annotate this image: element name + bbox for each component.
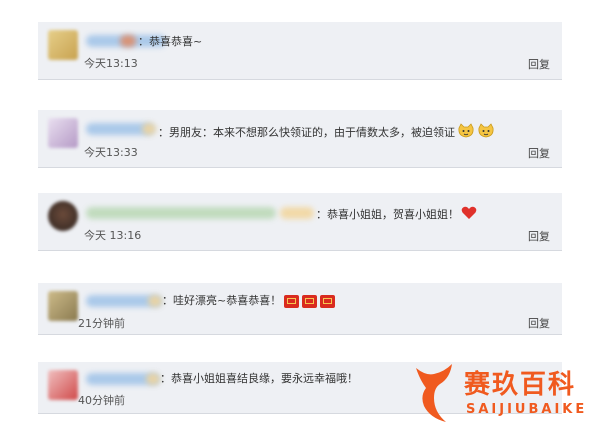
- username-blurred: [146, 373, 160, 385]
- watermark-sub: SAIJIUBAIKE: [466, 402, 588, 417]
- username-blurred: [148, 295, 162, 307]
- avatar[interactable]: [48, 370, 78, 400]
- username-blurred: [120, 35, 136, 47]
- comment-text: ：恭喜恭喜~: [138, 35, 203, 48]
- avatar[interactable]: [48, 201, 78, 231]
- reply-button[interactable]: 回复: [528, 230, 550, 244]
- reply-button[interactable]: 回复: [528, 317, 550, 331]
- comment-text: ：恭喜小姐姐，贺喜小姐姐！: [316, 206, 477, 224]
- red-envelope-icon: [320, 294, 336, 308]
- comment-text-content: ：恭喜小姐姐，贺喜小姐姐！: [316, 208, 459, 221]
- comment-time: 21分钟前: [78, 317, 125, 330]
- comment-text-content: ：男朋友：本来不想那么快领证的，由于倩数太多，被迫领证: [158, 126, 455, 139]
- comment-time: 今天13:33: [84, 146, 138, 159]
- reply-button[interactable]: 回复: [528, 58, 550, 72]
- fish-tail-logo-icon: [416, 364, 452, 422]
- comment-card: ：恭喜恭喜~ 今天13:13 回复: [38, 22, 562, 80]
- username-blurred[interactable]: [86, 207, 276, 219]
- comment-time: 今天 13:16: [84, 229, 142, 242]
- username-blurred: [142, 123, 156, 135]
- reply-button[interactable]: 回复: [528, 147, 550, 161]
- username-blurred: [280, 207, 314, 219]
- comment-text: ：哇好漂亮~恭喜恭喜！: [162, 294, 336, 308]
- comment-time: 今天13:13: [84, 57, 138, 70]
- avatar[interactable]: [48, 118, 78, 148]
- comment-text: ：恭喜小姐姐喜结良缘，要永远幸福哦！: [160, 372, 358, 385]
- comment-card: ：男朋友：本来不想那么快领证的，由于倩数太多，被迫领证 今天13:33 回复: [38, 110, 562, 168]
- cat-emoji-icon: [457, 123, 475, 143]
- comment-text: ：男朋友：本来不想那么快领证的，由于倩数太多，被迫领证: [158, 123, 495, 143]
- comment-time: 40分钟前: [78, 394, 125, 407]
- comment-text-content: ：哇好漂亮~恭喜恭喜！: [162, 294, 282, 307]
- red-envelope-icon: [284, 294, 300, 308]
- cat-emoji-icon: [477, 123, 495, 143]
- heart-icon: [461, 206, 477, 224]
- comment-card: ：恭喜小姐姐，贺喜小姐姐！ 今天 13:16 回复: [38, 193, 562, 251]
- brand-watermark: 赛玖百科 SAIJIUBAIKE: [412, 362, 598, 428]
- avatar[interactable]: [48, 291, 78, 321]
- watermark-brand: 赛玖百科: [464, 370, 577, 400]
- red-envelope-icon: [302, 294, 318, 308]
- comment-card: ：哇好漂亮~恭喜恭喜！ 21分钟前 回复: [38, 283, 562, 335]
- avatar[interactable]: [48, 30, 78, 60]
